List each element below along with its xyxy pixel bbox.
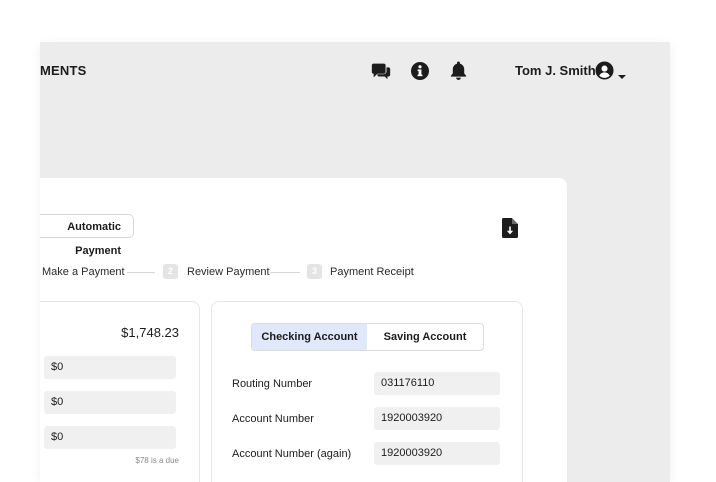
page-title: MENTS <box>40 63 87 78</box>
tab-saving-account[interactable]: Saving Account <box>367 324 483 350</box>
amount-panel: $1,748.23 $0 $0 $0 $78 is a due <box>40 301 200 482</box>
user-avatar-graphic <box>595 61 614 80</box>
step-label-review-payment: Review Payment <box>187 266 270 278</box>
bell-icon[interactable] <box>449 60 468 81</box>
account-number-input[interactable]: 1920003920 <box>374 407 500 430</box>
info-icon-graphic <box>411 62 429 80</box>
step-number-review: 2 <box>163 264 178 279</box>
amount-input-3[interactable]: $0 <box>44 426 176 449</box>
caret-down-graphic <box>618 75 626 79</box>
amount-input-2[interactable]: $0 <box>44 391 176 414</box>
document-download-icon[interactable] <box>501 218 518 238</box>
due-note: $78 is a due <box>135 456 179 465</box>
routing-number-label: Routing Number <box>232 378 313 390</box>
user-name[interactable]: Tom J. Smith <box>515 63 596 78</box>
account-type-toggle: Checking Account Saving Account <box>251 323 484 351</box>
info-icon[interactable] <box>410 61 430 81</box>
account-number-label: Account Number <box>232 413 314 425</box>
payment-card: Automatic Payment Make a Payment 2 Revie… <box>40 178 567 482</box>
user-avatar-icon[interactable] <box>595 61 614 80</box>
app-window: MENTS Tom J. Smith Automatic Payment Mak… <box>40 42 670 482</box>
balance-amount: $1,748.23 <box>121 325 179 340</box>
chat-icon[interactable] <box>370 60 392 82</box>
automatic-payment-button[interactable]: Automatic Payment <box>40 214 134 257</box>
top-header: MENTS Tom J. Smith <box>40 42 670 100</box>
chat-icon-graphic <box>371 63 391 80</box>
step-divider <box>270 272 300 273</box>
step-label-make-payment: Make a Payment <box>42 266 125 278</box>
tab-checking-account[interactable]: Checking Account <box>252 324 367 350</box>
caret-down-icon[interactable] <box>618 67 626 79</box>
amount-input-1[interactable]: $0 <box>44 356 176 379</box>
step-number-receipt: 3 <box>307 264 322 279</box>
step-divider <box>127 272 155 273</box>
account-number-confirm-label: Account Number (again) <box>232 448 352 460</box>
routing-number-input[interactable]: 031176110 <box>374 372 500 395</box>
document-download-graphic <box>501 218 518 238</box>
account-number-confirm-input[interactable]: 1920003920 <box>374 442 500 465</box>
payment-steps: Make a Payment 2 Review Payment 3 Paymen… <box>40 264 560 280</box>
bank-account-panel: Checking Account Saving Account Routing … <box>211 301 523 482</box>
bell-icon-graphic <box>450 61 467 80</box>
step-label-payment-receipt: Payment Receipt <box>330 266 414 278</box>
